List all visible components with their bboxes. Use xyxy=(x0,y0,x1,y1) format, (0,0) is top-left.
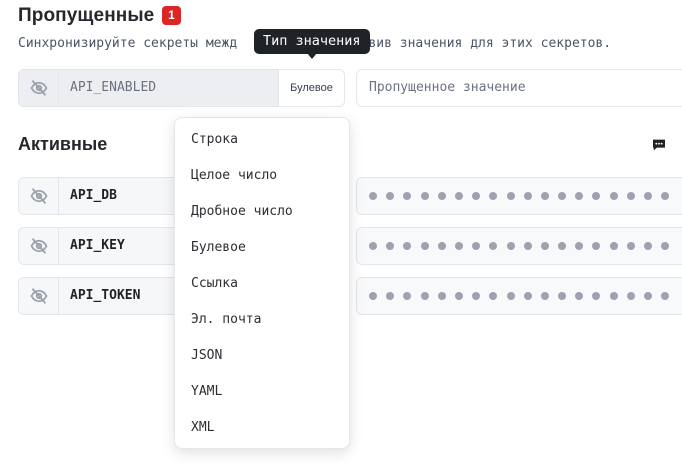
missing-section-title: Пропущенные xyxy=(18,5,155,26)
masked-value xyxy=(369,192,670,200)
missing-count-badge: 1 xyxy=(162,6,181,25)
toggle-visibility-button[interactable] xyxy=(19,278,59,314)
dropdown-option-email[interactable]: Эл. почта xyxy=(191,312,261,327)
dropdown-option-json[interactable]: JSON xyxy=(191,348,222,363)
toggle-visibility-button[interactable] xyxy=(19,178,59,214)
dropdown-option-yaml[interactable]: YAML xyxy=(191,384,222,399)
value-type-select[interactable]: Булевое xyxy=(278,70,344,106)
description-left: Синхронизируйте секреты межд xyxy=(18,36,238,51)
secret-value-field[interactable] xyxy=(356,277,682,315)
secret-value-field[interactable] xyxy=(356,227,682,265)
secret-value-field[interactable] xyxy=(356,177,682,215)
secret-key-name: API_KEY xyxy=(70,238,125,253)
dropdown-option-float[interactable]: Дробное число xyxy=(191,204,293,219)
type-tooltip: Тип значения xyxy=(254,29,370,54)
toggle-visibility-button[interactable] xyxy=(19,70,59,106)
eye-off-icon xyxy=(29,188,48,204)
dropdown-option-url[interactable]: Ссылка xyxy=(191,276,238,291)
missing-value-input[interactable]: Пропущенное значение xyxy=(356,69,682,107)
eye-off-icon xyxy=(29,238,48,254)
dropdown-option-string[interactable]: Строка xyxy=(191,132,238,147)
secret-key-name: API_ENABLED xyxy=(70,80,157,95)
missing-secret-row: API_ENABLED Булевое xyxy=(18,69,345,107)
value-type-dropdown: Строка Целое число Дробное число Булевое… xyxy=(174,117,350,449)
eye-off-icon xyxy=(29,288,48,304)
value-placeholder: Пропущенное значение xyxy=(369,80,526,95)
masked-value xyxy=(369,242,670,250)
toggle-visibility-button[interactable] xyxy=(19,228,59,264)
tooltip-arrow xyxy=(307,53,317,59)
masked-value xyxy=(369,292,670,300)
dropdown-option-xml[interactable]: XML xyxy=(191,420,214,435)
dropdown-option-boolean[interactable]: Булевое xyxy=(191,240,246,255)
description-right: добавив значения для этих секретов. xyxy=(337,36,612,51)
secret-key-name: API_DB xyxy=(70,188,117,203)
secret-key-name: API_TOKEN xyxy=(70,288,141,303)
active-section-title: Активные xyxy=(18,134,108,154)
dropdown-option-integer[interactable]: Целое число xyxy=(191,168,277,183)
comment-icon[interactable] xyxy=(651,137,667,158)
eye-off-icon xyxy=(29,80,48,96)
